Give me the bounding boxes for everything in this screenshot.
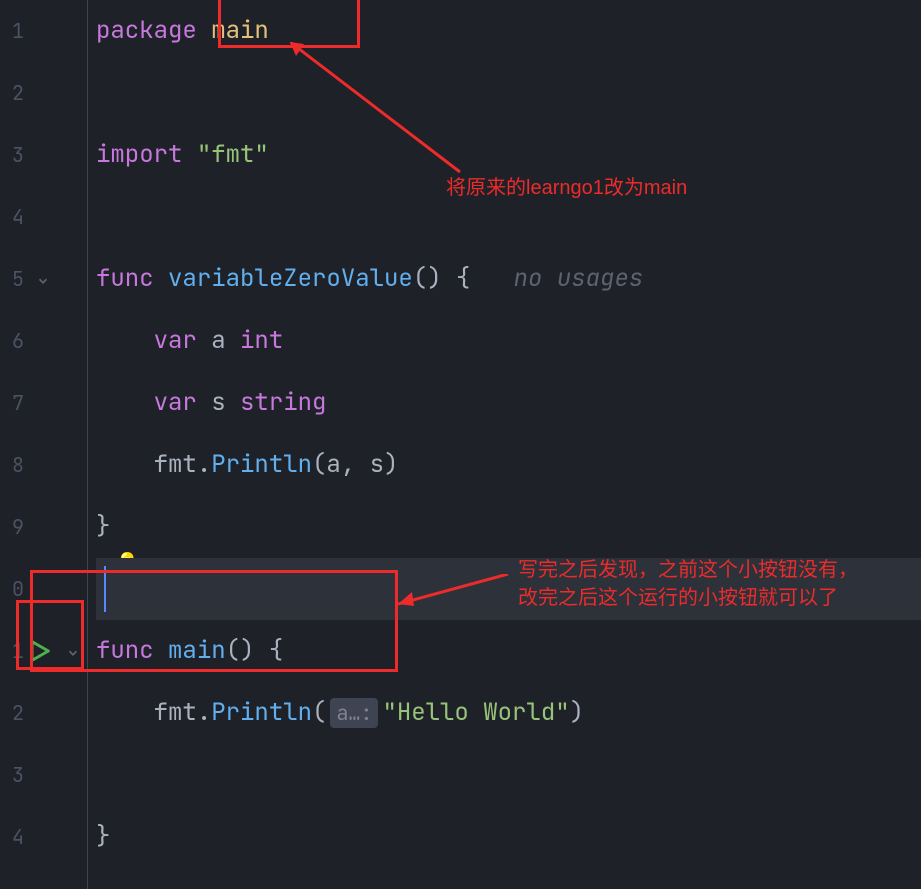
line-number: 6 bbox=[0, 310, 24, 372]
function-name: main bbox=[168, 635, 226, 666]
fold-chevron-icon[interactable] bbox=[58, 638, 88, 668]
code-line-1[interactable]: package main bbox=[96, 0, 921, 62]
keyword: func bbox=[96, 263, 154, 294]
code-line-13[interactable] bbox=[96, 744, 921, 806]
line-number: 7 bbox=[0, 372, 24, 434]
keyword: var bbox=[154, 325, 197, 356]
line-number: 2 bbox=[0, 682, 24, 744]
code-editor: 1 2 3 4 5 6 7 8 9 0 1 2 3 4 package main bbox=[0, 0, 921, 889]
text-cursor bbox=[104, 566, 106, 612]
brace: } bbox=[96, 511, 110, 542]
parameter-hint: a…: bbox=[330, 698, 378, 728]
line-number: 1 bbox=[0, 620, 24, 682]
line-number: 4 bbox=[0, 186, 24, 248]
line-number: 0 bbox=[0, 558, 24, 620]
package-ref: fmt bbox=[154, 697, 197, 728]
code-line-5[interactable]: func variableZeroValue() { no usages bbox=[96, 248, 921, 310]
keyword: var bbox=[154, 387, 197, 418]
code-line-9[interactable]: }💡 bbox=[96, 496, 921, 558]
brace: } bbox=[96, 821, 110, 852]
type: int bbox=[240, 325, 283, 356]
keyword: import bbox=[96, 139, 182, 170]
keyword: func bbox=[96, 635, 154, 666]
package-name: main bbox=[211, 15, 269, 46]
identifier: s bbox=[211, 387, 225, 418]
parens: () bbox=[226, 635, 255, 666]
lparen: ( bbox=[312, 697, 326, 728]
rparen: ) bbox=[570, 697, 584, 728]
function-name: variableZeroValue bbox=[168, 263, 413, 294]
package-ref: fmt bbox=[154, 449, 197, 480]
line-number: 4 bbox=[0, 806, 24, 868]
line-numbers: 1 2 3 4 5 6 7 8 9 0 1 2 3 4 bbox=[0, 0, 24, 868]
code-line-4[interactable] bbox=[96, 186, 921, 248]
fold-chevron-icon[interactable] bbox=[28, 266, 58, 296]
code-area[interactable]: package main import "fmt" func variableZ… bbox=[88, 0, 921, 889]
code-line-3[interactable]: import "fmt" bbox=[96, 124, 921, 186]
function-call: Println bbox=[211, 449, 312, 480]
line-number: 9 bbox=[0, 496, 24, 558]
line-number: 2 bbox=[0, 62, 24, 124]
line-number: 3 bbox=[0, 124, 24, 186]
code-line-10[interactable] bbox=[96, 558, 921, 620]
type: string bbox=[240, 387, 326, 418]
code-line-14[interactable]: } bbox=[96, 806, 921, 868]
parens: () bbox=[413, 263, 442, 294]
string-literal: "Hello World" bbox=[382, 697, 569, 728]
function-call: Println bbox=[211, 697, 312, 728]
usage-hint: no usages bbox=[514, 263, 644, 294]
keyword: package bbox=[96, 15, 197, 46]
line-number: 8 bbox=[0, 434, 24, 496]
identifier: a bbox=[211, 325, 225, 356]
brace: { bbox=[456, 263, 470, 294]
code-line-12[interactable]: fmt.Println(a…:"Hello World") bbox=[96, 682, 921, 744]
line-number: 3 bbox=[0, 744, 24, 806]
code-line-2[interactable] bbox=[96, 62, 921, 124]
string-literal: "fmt" bbox=[197, 139, 269, 170]
code-line-8[interactable]: fmt.Println(a, s) bbox=[96, 434, 921, 496]
run-gutter-icon[interactable] bbox=[24, 636, 54, 666]
code-line-7[interactable]: var s string bbox=[96, 372, 921, 434]
code-line-11[interactable]: func main() { bbox=[96, 620, 921, 682]
dot: . bbox=[197, 697, 211, 728]
line-number: 5 bbox=[0, 248, 24, 310]
code-line-6[interactable]: var a int bbox=[96, 310, 921, 372]
gutter: 1 2 3 4 5 6 7 8 9 0 1 2 3 4 bbox=[0, 0, 88, 889]
brace: { bbox=[269, 635, 283, 666]
args: (a, s) bbox=[312, 449, 398, 480]
dot: . bbox=[197, 449, 211, 480]
line-number: 1 bbox=[0, 0, 24, 62]
